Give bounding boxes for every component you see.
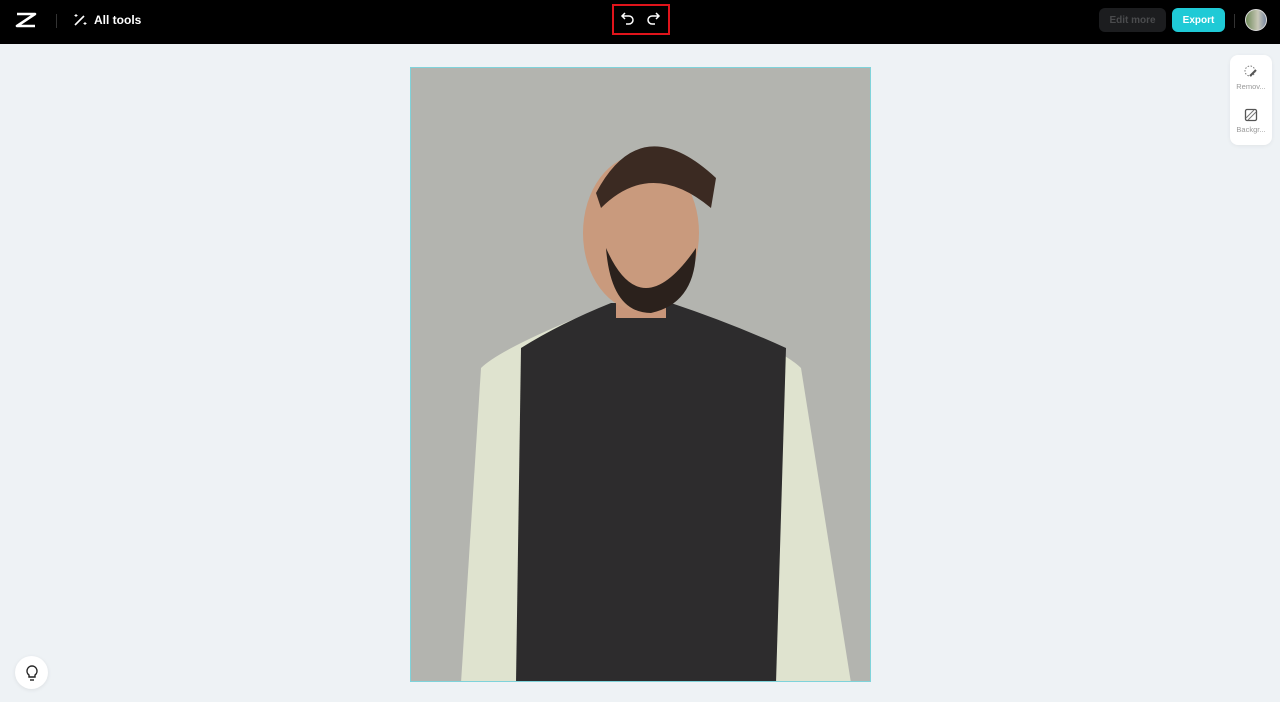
background-icon: [1244, 108, 1258, 122]
background-tool-label: Backgr...: [1236, 125, 1266, 134]
capcut-logo[interactable]: [15, 11, 37, 34]
tips-button[interactable]: [15, 656, 48, 689]
magic-wand-icon: [74, 14, 87, 26]
avatar[interactable]: [1245, 9, 1267, 31]
redo-icon: [647, 12, 661, 25]
background-tool-button[interactable]: Backgr...: [1230, 107, 1272, 134]
remove-tool-button[interactable]: Remov...: [1230, 64, 1272, 91]
all-tools-label: All tools: [94, 13, 142, 27]
undo-button[interactable]: [620, 10, 636, 31]
image-canvas[interactable]: [410, 67, 871, 682]
redo-button[interactable]: [645, 10, 661, 31]
edit-more-button[interactable]: Edit more: [1099, 8, 1166, 32]
export-button[interactable]: Export: [1172, 8, 1225, 32]
side-tool-panel: Remov... Backgr...: [1230, 55, 1272, 145]
divider: [56, 14, 57, 28]
lightbulb-icon: [25, 664, 38, 681]
top-bar: All tools Edit more Export: [0, 0, 1280, 44]
eraser-icon: [1244, 65, 1257, 77]
remove-tool-label: Remov...: [1236, 82, 1266, 91]
all-tools-button[interactable]: All tools: [72, 12, 141, 28]
portrait-photo: [461, 146, 851, 681]
undo-icon: [620, 12, 634, 25]
divider: [1234, 14, 1235, 28]
